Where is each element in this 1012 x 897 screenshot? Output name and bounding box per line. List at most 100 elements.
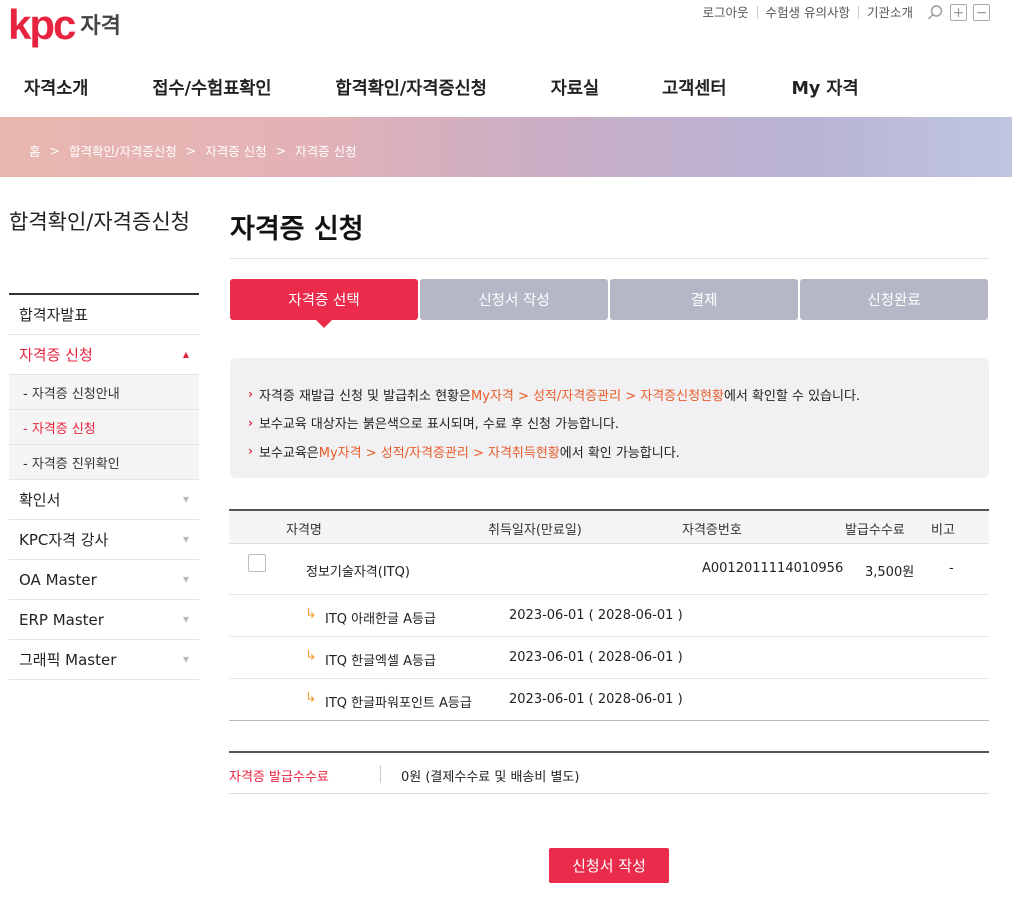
sidebar-item-erp-master[interactable]: ERP Master ▼ <box>9 600 199 640</box>
chevron-up-icon: ▲ <box>182 350 189 359</box>
column-header-date: 취득일자(만료일) <box>488 523 582 538</box>
search-icon[interactable] <box>927 4 944 21</box>
write-application-button[interactable]: 신청서 작성 <box>549 848 669 883</box>
sidebar-item-results[interactable]: 합격자발표 <box>9 295 199 335</box>
notice-text: 보수교육 대상자는 붉은색으로 표시되며, 수료 후 신청 가능합니다. <box>258 417 620 433</box>
cert-table: 자격명 취득일자(만료일) 자격증번호 발급수수료 비고 정보기술자격(ITQ)… <box>229 509 989 721</box>
sub-cert-name: ITQ 아래한글 A등급 <box>325 612 436 627</box>
breadcrumb-item[interactable]: 합격확인/자격증신청 <box>69 141 177 160</box>
sidebar-subitem-apply[interactable]: - 자격증 신청 <box>9 410 199 445</box>
nav-item-my[interactable]: My 자격 <box>792 75 859 100</box>
sidebar-item-label: 합격자발표 <box>19 306 89 324</box>
sidebar-item-label: ERP Master <box>19 610 104 629</box>
table-subrow: ↳ ITQ 아래한글 A등급 2023-06-01 ( 2028-06-01 ) <box>229 595 989 637</box>
fee-label: 자격증 발급수수료 <box>229 770 329 785</box>
sub-item-arrow-icon: ↳ <box>305 648 317 664</box>
utility-nav: 로그아웃 수험생 유의사항 기관소개 + − <box>694 4 990 21</box>
sub-cert-name: ITQ 한글엑셀 A등급 <box>325 654 436 669</box>
nav-item-support[interactable]: 고객센터 <box>662 75 726 100</box>
step-write-application: 신청서 작성 <box>420 279 608 320</box>
nav-item-results[interactable]: 합격확인/자격증신청 <box>336 75 487 100</box>
sidebar-item-label: 자격증 신청 <box>19 346 93 364</box>
chevron-right-icon: › <box>248 444 253 459</box>
sub-cert-date: 2023-06-01 ( 2028-06-01 ) <box>509 608 683 623</box>
nav-item-registration[interactable]: 접수/수험표확인 <box>152 75 271 100</box>
sub-cert-name: ITQ 한글파워포인트 A등급 <box>325 696 472 711</box>
fee-summary: 자격증 발급수수료 0원 (결제수수료 및 배송비 별도) <box>229 751 989 794</box>
page-title: 자격증 신청 <box>230 214 364 245</box>
main-nav: 자격소개 접수/수험표확인 합격확인/자격증신청 자료실 고객센터 My 자격 <box>24 75 925 100</box>
sidebar-item-label: KPC자격 강사 <box>19 531 109 549</box>
sidebar-item-label: OA Master <box>19 570 97 589</box>
table-subrow: ↳ ITQ 한글엑셀 A등급 2023-06-01 ( 2028-06-01 ) <box>229 637 989 679</box>
sidebar-item-label: 그래픽 Master <box>19 651 117 669</box>
chevron-down-icon: ▼ <box>182 495 189 504</box>
chevron-down-icon: ▼ <box>182 535 189 544</box>
column-header-note: 비고 <box>931 523 955 538</box>
nav-item-resources[interactable]: 자료실 <box>551 75 599 100</box>
sidebar-item-cert-apply[interactable]: 자격증 신청 ▲ <box>9 335 199 375</box>
about-link[interactable]: 기관소개 <box>857 6 921 19</box>
column-header-name: 자격명 <box>286 523 322 538</box>
logout-link[interactable]: 로그아웃 <box>694 6 756 19</box>
chevron-down-icon: ▼ <box>182 575 189 584</box>
cert-fee: 3,500원 <box>865 565 915 580</box>
notice-line: › 자격증 재발급 신청 및 발급취소 현황은 My자격 > 성적/자격증관리 … <box>248 380 989 409</box>
sub-item-arrow-icon: ↳ <box>305 690 317 706</box>
column-header-cert-no: 자격증번호 <box>682 523 742 538</box>
sidebar: 합격자발표 자격증 신청 ▲ - 자격증 신청안내 - 자격증 신청 - 자격증 … <box>9 293 199 680</box>
notice-text: 보수교육은 <box>258 445 319 461</box>
column-header-fee: 발급수수료 <box>845 523 905 538</box>
notice-box: › 자격증 재발급 신청 및 발급취소 현황은 My자격 > 성적/자격증관리 … <box>230 358 989 478</box>
zoom-out-icon[interactable]: − <box>973 4 990 21</box>
chevron-down-icon: ▼ <box>182 655 189 664</box>
chevron-right-icon: › <box>248 387 253 402</box>
divider <box>230 258 989 259</box>
cert-name: 정보기술자격(ITQ) <box>306 565 410 580</box>
sidebar-subitem-verify[interactable]: - 자격증 진위확인 <box>9 445 199 480</box>
step-complete: 신청완료 <box>800 279 988 320</box>
sub-cert-date: 2023-06-01 ( 2028-06-01 ) <box>509 692 683 707</box>
sidebar-item-instructor[interactable]: KPC자격 강사 ▼ <box>9 520 199 560</box>
sidebar-item-label: 확인서 <box>19 491 61 509</box>
chevron-right-icon: > <box>185 143 197 158</box>
notice-link[interactable]: My자격 > 성적/자격증관리 > 자격증신청현황 <box>471 385 724 404</box>
logo[interactable]: kpc 자격 <box>8 4 121 46</box>
notice-link[interactable]: My자격 > 성적/자격증관리 > 자격취득현황 <box>319 442 560 461</box>
step-payment: 결제 <box>610 279 798 320</box>
sidebar-item-certificate[interactable]: 확인서 ▼ <box>9 480 199 520</box>
notice-line: › 보수교육은 My자격 > 성적/자격증관리 > 자격취득현황 에서 확인 가능… <box>248 437 989 466</box>
table-subrow: ↳ ITQ 한글파워포인트 A등급 2023-06-01 ( 2028-06-0… <box>229 679 989 721</box>
cert-note: - <box>949 561 954 576</box>
notice-text: 자격증 재발급 신청 및 발급취소 현황은 <box>258 388 471 404</box>
notice-text: 에서 확인 가능합니다. <box>559 445 680 461</box>
step-indicator: 자격증 선택 신청서 작성 결제 신청완료 <box>230 279 990 328</box>
cert-number: A0012011114010956 <box>702 561 844 576</box>
exam-notice-link[interactable]: 수험생 유의사항 <box>756 6 858 19</box>
chevron-down-icon: ▼ <box>182 615 189 624</box>
nav-item-about[interactable]: 자격소개 <box>24 75 88 100</box>
row-checkbox[interactable] <box>248 554 266 572</box>
zoom-in-icon[interactable]: + <box>950 4 967 21</box>
breadcrumb: 홈 > 합격확인/자격증신청 > 자격증 신청 > 자격증 신청 <box>29 141 357 160</box>
divider <box>380 765 381 783</box>
breadcrumb-item[interactable]: 자격증 신청 <box>205 141 266 160</box>
table-header: 자격명 취득일자(만료일) 자격증번호 발급수수료 비고 <box>229 511 989 544</box>
chevron-right-icon: > <box>49 143 60 158</box>
sidebar-subitem-guide[interactable]: - 자격증 신청안내 <box>9 375 199 410</box>
chevron-right-icon: > <box>275 143 287 158</box>
sidebar-title: 합격확인/자격증신청 <box>9 210 190 234</box>
breadcrumb-home[interactable]: 홈 <box>29 141 41 160</box>
chevron-right-icon: › <box>248 415 253 430</box>
fee-value: 0원 (결제수수료 및 배송비 별도) <box>401 770 580 785</box>
sub-item-arrow-icon: ↳ <box>305 606 317 622</box>
sidebar-item-graphic-master[interactable]: 그래픽 Master ▼ <box>9 640 199 680</box>
breadcrumb-current: 자격증 신청 <box>295 144 357 159</box>
notice-text: 에서 확인할 수 있습니다. <box>723 388 861 404</box>
sidebar-item-oa-master[interactable]: OA Master ▼ <box>9 560 199 600</box>
table-row: 정보기술자격(ITQ) A0012011114010956 3,500원 - <box>229 544 989 595</box>
notice-line: › 보수교육 대상자는 붉은색으로 표시되며, 수료 후 신청 가능합니다. <box>248 409 989 438</box>
logo-sub: 자격 <box>80 14 121 39</box>
sub-cert-date: 2023-06-01 ( 2028-06-01 ) <box>509 650 683 665</box>
logo-mark: kpc <box>8 1 76 48</box>
